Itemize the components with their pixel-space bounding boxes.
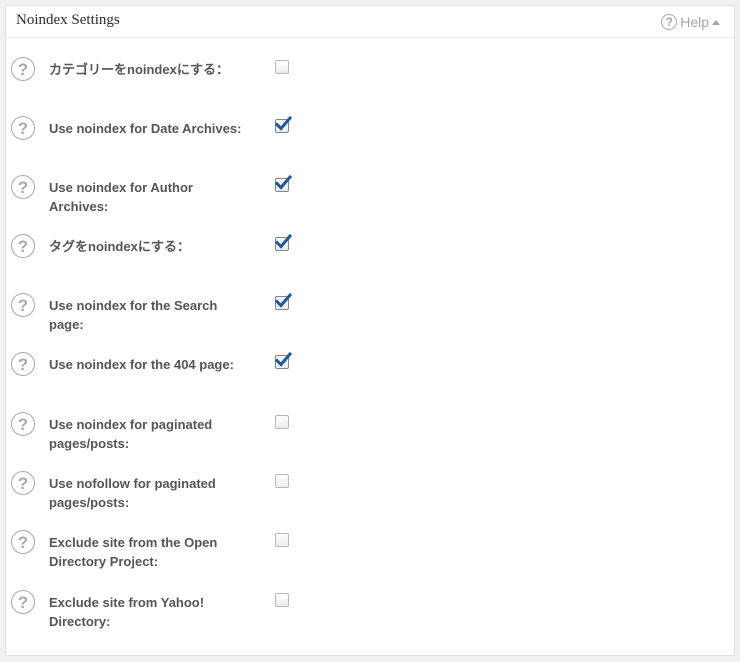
noindex-tags-checkbox[interactable]	[275, 234, 292, 251]
setting-label: Use noindex for paginated pages/posts:	[49, 417, 213, 451]
help-question-icon[interactable]: ?	[11, 293, 35, 317]
noindex-paginated-checkbox[interactable]	[275, 415, 289, 429]
help-question-icon[interactable]: ?	[11, 471, 35, 495]
checkmark-icon	[275, 116, 292, 131]
checkmark-icon	[275, 234, 292, 249]
setting-row-noindex-date-archives: ? Use noindex for Date Archives:	[6, 116, 734, 172]
question-mark-icon: ?	[661, 14, 678, 30]
help-label: Help	[680, 14, 709, 30]
help-question-icon[interactable]: ?	[11, 175, 35, 199]
help-question-icon[interactable]: ?	[11, 116, 35, 140]
collapse-arrow-icon	[712, 19, 720, 25]
noindex-date-archives-checkbox[interactable]	[275, 116, 292, 133]
help-question-icon[interactable]: ?	[11, 234, 35, 258]
noindex-search-page-checkbox[interactable]	[275, 293, 292, 310]
panel-header: Noindex Settings ? Help	[6, 6, 734, 38]
nofollow-paginated-checkbox[interactable]	[275, 474, 289, 488]
noindex-categories-checkbox[interactable]	[275, 60, 289, 74]
setting-label: Use noindex for the 404 page:	[49, 357, 234, 372]
setting-row-noindex-search-page: ? Use noindex for the Search page:	[6, 293, 734, 349]
setting-row-noindex-categories: ? カテゴリーをnoindexにする：	[6, 57, 734, 113]
setting-label: Exclude site from Yahoo! Directory:	[49, 595, 205, 629]
setting-row-noindex-404-page: ? Use noindex for the 404 page:	[6, 352, 734, 408]
help-toggle-button[interactable]: ? Help	[661, 14, 720, 30]
panel-title: Noindex Settings	[16, 12, 120, 28]
exclude-yahoo-directory-checkbox[interactable]	[275, 593, 289, 607]
setting-row-exclude-open-directory: ? Exclude site from the Open Directory P…	[6, 530, 734, 586]
setting-row-noindex-paginated: ? Use noindex for paginated pages/posts:	[6, 412, 734, 468]
setting-label: Use nofollow for paginated pages/posts:	[49, 476, 216, 510]
noindex-404-page-checkbox[interactable]	[275, 352, 292, 369]
exclude-open-directory-checkbox[interactable]	[275, 533, 289, 547]
setting-row-exclude-yahoo-directory: ? Exclude site from Yahoo! Directory:	[6, 590, 734, 646]
setting-row-noindex-tags: ? タグをnoindexにする：	[6, 234, 734, 290]
checkmark-icon	[275, 352, 292, 367]
help-question-icon[interactable]: ?	[11, 590, 35, 614]
noindex-settings-panel: Noindex Settings ? Help ? カテゴリーをnoindexに…	[5, 5, 735, 656]
help-question-icon[interactable]: ?	[11, 352, 35, 376]
help-question-icon[interactable]: ?	[11, 412, 35, 436]
setting-label: Use noindex for the Search page:	[49, 298, 218, 332]
setting-label: Use noindex for Author Archives:	[49, 180, 193, 214]
checkmark-icon	[275, 293, 292, 308]
help-question-icon[interactable]: ?	[11, 57, 35, 81]
setting-label: Use noindex for Date Archives:	[49, 121, 242, 136]
checkmark-icon	[275, 175, 292, 190]
setting-label: カテゴリーをnoindexにする：	[49, 62, 229, 77]
help-question-icon[interactable]: ?	[11, 530, 35, 554]
setting-row-noindex-author-archives: ? Use noindex for Author Archives:	[6, 175, 734, 231]
setting-row-nofollow-paginated: ? Use nofollow for paginated pages/posts…	[6, 471, 734, 527]
setting-label: Exclude site from the Open Directory Pro…	[49, 535, 218, 569]
setting-label: タグをnoindexにする：	[49, 239, 190, 254]
noindex-author-archives-checkbox[interactable]	[275, 175, 292, 192]
